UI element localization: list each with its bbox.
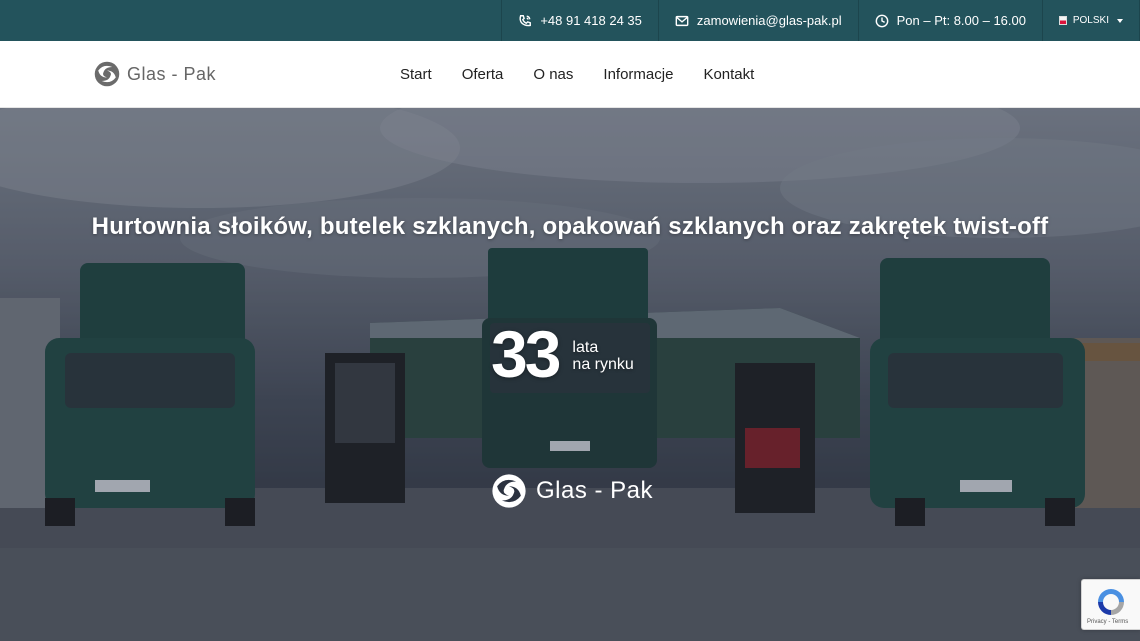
opening-hours-text: Pon – Pt: 8.00 – 16.00 xyxy=(896,13,1026,28)
logo-swirl-icon xyxy=(94,61,120,87)
years-label-line2: na rynku xyxy=(572,356,634,373)
nav-item-kontakt[interactable]: Kontakt xyxy=(688,66,769,83)
mail-icon xyxy=(675,15,689,26)
language-label: POLSKI xyxy=(1072,15,1109,26)
nav-item-informacje[interactable]: Informacje xyxy=(588,66,688,83)
years-label-line1: lata xyxy=(572,339,599,356)
site-logo[interactable]: Glas - Pak xyxy=(93,60,216,88)
phone-number: +48 91 418 24 35 xyxy=(540,13,642,28)
clock-icon xyxy=(875,14,888,27)
recaptcha-icon xyxy=(1098,589,1124,615)
phone-icon xyxy=(519,14,532,26)
email-address: zamowienia@glas-pak.pl xyxy=(696,13,842,28)
site-header: Glas - Pak Start Oferta O nas Informacje… xyxy=(0,41,1140,108)
nav-item-start[interactable]: Start xyxy=(385,66,447,83)
recaptcha-badge[interactable]: Privacy - Terms xyxy=(1081,579,1140,630)
years-label: lata na rynku xyxy=(572,339,633,373)
hero-logo-text: Glas - Pak xyxy=(536,477,654,504)
phone-contact[interactable]: +48 91 418 24 35 xyxy=(501,0,658,41)
hero-title: Hurtownia słoików, butelek szklanych, op… xyxy=(91,213,1049,240)
recaptcha-links[interactable]: Privacy - Terms xyxy=(1087,619,1128,625)
logo-swirl-icon xyxy=(492,474,526,508)
logo-text: Glas - Pak xyxy=(127,63,217,84)
email-contact[interactable]: zamowienia@glas-pak.pl xyxy=(657,0,858,41)
hero-logo: Glas - Pak xyxy=(490,472,653,510)
hero-banner: Hurtownia słoików, butelek szklanych, op… xyxy=(0,108,1140,641)
top-bar: +48 91 418 24 35 zamowienia@glas-pak.pl … xyxy=(0,0,1140,41)
years-on-market: 33 lata na rynku xyxy=(491,321,634,387)
nav-item-o-nas[interactable]: O nas xyxy=(518,66,588,83)
nav-item-oferta[interactable]: Oferta xyxy=(447,66,519,83)
opening-hours: Pon – Pt: 8.00 – 16.00 xyxy=(857,0,1042,41)
years-number: 33 xyxy=(491,317,561,391)
chevron-down-icon xyxy=(1117,18,1123,23)
language-switcher[interactable]: POLSKI xyxy=(1042,0,1140,41)
main-nav: Start Oferta O nas Informacje Kontakt xyxy=(385,41,769,107)
flag-pl-icon xyxy=(1059,16,1067,25)
